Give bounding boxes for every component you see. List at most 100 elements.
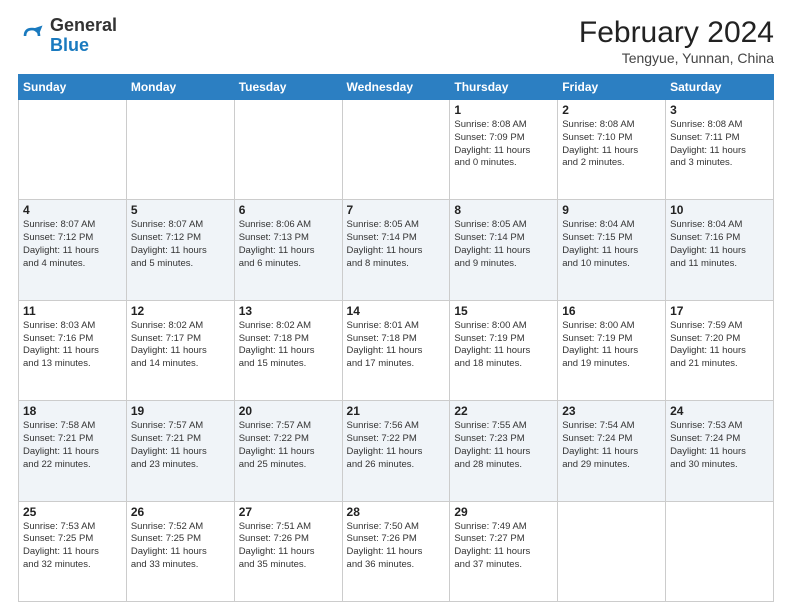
calendar-cell: 11Sunrise: 8:03 AM Sunset: 7:16 PM Dayli… — [19, 300, 127, 400]
calendar-cell: 15 Sunrise: 8:00 AM Sunset: 7:19 PM Dayli… — [450, 300, 558, 400]
day-number: 2 — [562, 103, 661, 117]
day-info: Sunrise: 7:58 AM Sunset: 7:21 PM Dayligh… — [23, 420, 122, 471]
day-info: Sunrise: 8:08 AM Sunset: 7:10 PM Dayligh… — [562, 119, 661, 170]
calendar-cell: 16 Sunrise: 8:00 AM Sunset: 7:19 PM Dayli… — [558, 300, 666, 400]
calendar-cell: 20 Sunrise: 7:57 AM Sunset: 7:22 PM Dayli… — [234, 401, 342, 501]
col-monday: Monday — [126, 75, 234, 100]
day-number: 14 — [347, 304, 446, 318]
logo-blue-text: Blue — [50, 35, 89, 55]
day-number: 27 — [239, 505, 338, 519]
day-info: Sunrise: 8:00 AM Sunset: 7:19 PM Dayligh… — [454, 320, 553, 371]
day-number: 22 — [454, 404, 553, 418]
day-info: Sunrise: 7:50 AM Sunset: 7:26 PM Dayligh… — [347, 521, 446, 572]
day-number: 24 — [670, 404, 769, 418]
day-info: Sunrise: 8:05 AM Sunset: 7:14 PM Dayligh… — [347, 219, 446, 270]
calendar-cell — [666, 501, 774, 601]
day-info: Sunrise: 7:49 AM Sunset: 7:27 PM Dayligh… — [454, 521, 553, 572]
calendar-cell: 25Sunrise: 7:53 AM Sunset: 7:25 PM Dayli… — [19, 501, 127, 601]
calendar-cell: 10 Sunrise: 8:04 AM Sunset: 7:16 PM Dayli… — [666, 200, 774, 300]
day-number: 5 — [131, 203, 230, 217]
day-info: Sunrise: 7:54 AM Sunset: 7:24 PM Dayligh… — [562, 420, 661, 471]
day-number: 10 — [670, 203, 769, 217]
day-info: Sunrise: 8:04 AM Sunset: 7:16 PM Dayligh… — [670, 219, 769, 270]
day-info: Sunrise: 8:01 AM Sunset: 7:18 PM Dayligh… — [347, 320, 446, 371]
day-info: Sunrise: 8:05 AM Sunset: 7:14 PM Dayligh… — [454, 219, 553, 270]
logo: General Blue — [18, 16, 117, 56]
day-number: 28 — [347, 505, 446, 519]
logo-general-text: General — [50, 15, 117, 35]
calendar-cell: 4 Sunrise: 8:07 AM Sunset: 7:12 PM Daylig… — [19, 200, 127, 300]
title-block: February 2024 Tengyue, Yunnan, China — [579, 16, 774, 66]
day-number: 23 — [562, 404, 661, 418]
calendar-cell: 2 Sunrise: 8:08 AM Sunset: 7:10 PM Daylig… — [558, 100, 666, 200]
calendar-cell — [342, 100, 450, 200]
calendar-cell: 17 Sunrise: 7:59 AM Sunset: 7:20 PM Dayli… — [666, 300, 774, 400]
day-info: Sunrise: 8:04 AM Sunset: 7:15 PM Dayligh… — [562, 219, 661, 270]
day-info: Sunrise: 7:52 AM Sunset: 7:25 PM Dayligh… — [131, 521, 230, 572]
day-number: 1 — [454, 103, 553, 117]
col-wednesday: Wednesday — [342, 75, 450, 100]
page-header: General Blue February 2024 Tengyue, Yunn… — [18, 16, 774, 66]
day-number: 7 — [347, 203, 446, 217]
calendar-cell: 24 Sunrise: 7:53 AM Sunset: 7:24 PM Dayli… — [666, 401, 774, 501]
day-number: 18 — [23, 404, 122, 418]
calendar-cell: 27 Sunrise: 7:51 AM Sunset: 7:26 PM Dayli… — [234, 501, 342, 601]
day-info: Sunrise: 7:53 AM Sunset: 7:24 PM Dayligh… — [670, 420, 769, 471]
calendar-cell — [234, 100, 342, 200]
calendar-cell: 8Sunrise: 8:05 AM Sunset: 7:14 PM Daylig… — [450, 200, 558, 300]
calendar-cell: 1Sunrise: 8:08 AM Sunset: 7:09 PM Daylig… — [450, 100, 558, 200]
calendar-table: Sunday Monday Tuesday Wednesday Thursday… — [18, 74, 774, 602]
day-number: 20 — [239, 404, 338, 418]
calendar-cell: 12 Sunrise: 8:02 AM Sunset: 7:17 PM Dayli… — [126, 300, 234, 400]
day-number: 9 — [562, 203, 661, 217]
calendar-cell: 19 Sunrise: 7:57 AM Sunset: 7:21 PM Dayli… — [126, 401, 234, 501]
calendar-cell: 13Sunrise: 8:02 AM Sunset: 7:18 PM Dayli… — [234, 300, 342, 400]
calendar-cell: 22Sunrise: 7:55 AM Sunset: 7:23 PM Dayli… — [450, 401, 558, 501]
calendar-cell — [19, 100, 127, 200]
day-number: 21 — [347, 404, 446, 418]
calendar-cell: 5 Sunrise: 8:07 AM Sunset: 7:12 PM Daylig… — [126, 200, 234, 300]
day-info: Sunrise: 7:56 AM Sunset: 7:22 PM Dayligh… — [347, 420, 446, 471]
day-info: Sunrise: 8:00 AM Sunset: 7:19 PM Dayligh… — [562, 320, 661, 371]
calendar-cell: 18 Sunrise: 7:58 AM Sunset: 7:21 PM Dayli… — [19, 401, 127, 501]
col-friday: Friday — [558, 75, 666, 100]
day-number: 4 — [23, 203, 122, 217]
day-number: 6 — [239, 203, 338, 217]
day-number: 29 — [454, 505, 553, 519]
day-number: 19 — [131, 404, 230, 418]
day-info: Sunrise: 8:02 AM Sunset: 7:17 PM Dayligh… — [131, 320, 230, 371]
day-number: 17 — [670, 304, 769, 318]
day-number: 12 — [131, 304, 230, 318]
day-info: Sunrise: 8:07 AM Sunset: 7:12 PM Dayligh… — [23, 219, 122, 270]
location: Tengyue, Yunnan, China — [579, 50, 774, 66]
day-number: 16 — [562, 304, 661, 318]
calendar-cell — [126, 100, 234, 200]
day-info: Sunrise: 7:59 AM Sunset: 7:20 PM Dayligh… — [670, 320, 769, 371]
calendar-cell: 9 Sunrise: 8:04 AM Sunset: 7:15 PM Daylig… — [558, 200, 666, 300]
calendar-cell: 21 Sunrise: 7:56 AM Sunset: 7:22 PM Dayli… — [342, 401, 450, 501]
calendar-cell: 14 Sunrise: 8:01 AM Sunset: 7:18 PM Dayli… — [342, 300, 450, 400]
day-number: 15 — [454, 304, 553, 318]
col-saturday: Saturday — [666, 75, 774, 100]
month-year: February 2024 — [579, 16, 774, 50]
calendar-cell: 23 Sunrise: 7:54 AM Sunset: 7:24 PM Dayli… — [558, 401, 666, 501]
calendar-cell: 6Sunrise: 8:06 AM Sunset: 7:13 PM Daylig… — [234, 200, 342, 300]
day-info: Sunrise: 8:07 AM Sunset: 7:12 PM Dayligh… — [131, 219, 230, 270]
col-thursday: Thursday — [450, 75, 558, 100]
day-info: Sunrise: 7:57 AM Sunset: 7:21 PM Dayligh… — [131, 420, 230, 471]
logo-icon — [18, 22, 46, 50]
day-info: Sunrise: 7:51 AM Sunset: 7:26 PM Dayligh… — [239, 521, 338, 572]
day-number: 25 — [23, 505, 122, 519]
calendar-header-row: Sunday Monday Tuesday Wednesday Thursday… — [19, 75, 774, 100]
calendar-cell: 7 Sunrise: 8:05 AM Sunset: 7:14 PM Daylig… — [342, 200, 450, 300]
day-number: 26 — [131, 505, 230, 519]
col-sunday: Sunday — [19, 75, 127, 100]
day-info: Sunrise: 7:57 AM Sunset: 7:22 PM Dayligh… — [239, 420, 338, 471]
day-number: 11 — [23, 304, 122, 318]
calendar-cell — [558, 501, 666, 601]
day-number: 3 — [670, 103, 769, 117]
day-info: Sunrise: 8:02 AM Sunset: 7:18 PM Dayligh… — [239, 320, 338, 371]
calendar-cell: 29 Sunrise: 7:49 AM Sunset: 7:27 PM Dayli… — [450, 501, 558, 601]
calendar-cell: 28 Sunrise: 7:50 AM Sunset: 7:26 PM Dayli… — [342, 501, 450, 601]
day-info: Sunrise: 8:08 AM Sunset: 7:11 PM Dayligh… — [670, 119, 769, 170]
